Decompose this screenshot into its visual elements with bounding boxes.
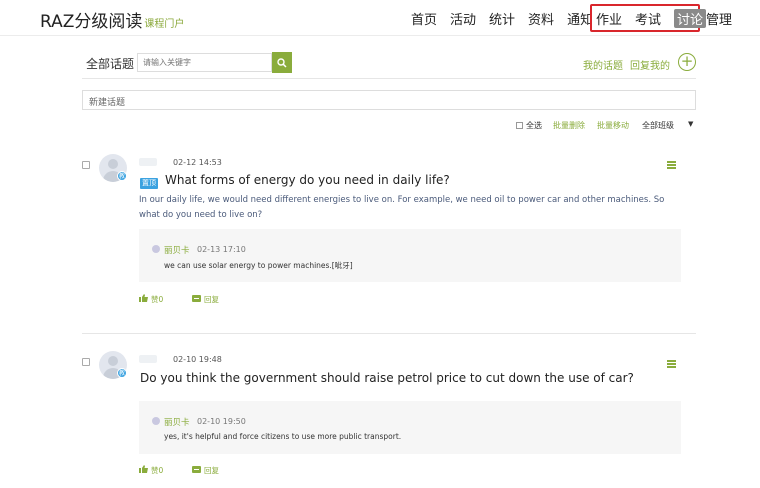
bulk-move-button[interactable]: 批量移动 <box>597 120 629 131</box>
reply-button[interactable]: 回复 <box>204 294 219 305</box>
post-time: 02-10 19:48 <box>173 355 222 364</box>
nav-home[interactable]: 首页 <box>411 9 437 28</box>
reply-button[interactable]: 回复 <box>204 465 219 476</box>
nav-exams[interactable]: 考试 <box>635 9 661 28</box>
plus-icon: + <box>680 52 694 70</box>
all-topics-title[interactable]: 全部话题 <box>86 55 134 72</box>
reply-author[interactable]: 丽贝卡 <box>164 244 190 256</box>
search-icon <box>277 57 287 68</box>
post-checkbox[interactable] <box>82 358 90 366</box>
reply-author[interactable]: 丽贝卡 <box>164 416 190 428</box>
post-checkbox[interactable] <box>82 161 90 169</box>
nav-activities[interactable]: 活动 <box>450 9 476 28</box>
reply-box <box>139 229 681 282</box>
new-topic-input[interactable]: 新建话题 <box>82 90 696 110</box>
reply-icon[interactable] <box>192 466 201 473</box>
menu-icon[interactable] <box>667 360 676 368</box>
nav-discussion[interactable]: 讨论 <box>674 9 707 28</box>
search-input[interactable] <box>137 53 272 72</box>
brand-subtitle[interactable]: 课程门户 <box>144 19 184 30</box>
select-all-checkbox[interactable] <box>516 122 523 129</box>
caret-down-icon[interactable]: ▼ <box>688 120 693 128</box>
reply-avatar <box>152 417 160 425</box>
author-name-blurred <box>139 158 157 166</box>
post-body: In our daily life, we would need differe… <box>139 195 665 220</box>
reply-avatar <box>152 245 160 253</box>
reply-time: 02-10 19:50 <box>197 417 246 426</box>
teacher-badge: 教 <box>117 368 127 378</box>
divider <box>82 78 696 79</box>
menu-icon[interactable] <box>667 161 676 169</box>
post-title[interactable]: What forms of energy do you need in dail… <box>165 173 450 187</box>
nav-statistics[interactable]: 统计 <box>489 9 515 28</box>
like-count[interactable]: 赞0 <box>151 465 163 476</box>
top-nav-bar: RAZ分级阅读 课程门户 首页 活动 统计 资料 通知 作业 考试 讨论 管理 <box>0 0 760 36</box>
like-count[interactable]: 赞0 <box>151 294 163 305</box>
bulk-delete-button[interactable]: 批量删除 <box>553 120 585 131</box>
main-nav: 首页 活动 统计 资料 通知 <box>411 9 606 28</box>
reply-icon[interactable] <box>192 295 201 302</box>
select-all-label[interactable]: 全选 <box>526 120 542 131</box>
post-title[interactable]: Do you think the government should raise… <box>140 371 634 385</box>
nav-homework[interactable]: 作业 <box>596 9 622 28</box>
reply-text: we can use solar energy to power machine… <box>164 261 353 270</box>
thumbs-up-icon[interactable] <box>139 294 148 302</box>
author-name-blurred <box>139 355 157 363</box>
thumbs-up-icon[interactable] <box>139 465 148 473</box>
teacher-badge: 教 <box>117 171 127 181</box>
pinned-tag: 置顶 <box>140 178 158 189</box>
brand[interactable]: RAZ分级阅读 课程门户 <box>40 7 184 32</box>
search-button[interactable] <box>272 52 292 73</box>
my-topics-link[interactable]: 我的话题 <box>583 57 623 72</box>
post-time: 02-12 14:53 <box>173 158 222 167</box>
reply-text: yes, it's helpful and force citizens to … <box>164 432 402 441</box>
nav-manage[interactable]: 管理 <box>706 9 732 28</box>
reply-box <box>139 401 681 454</box>
class-select[interactable]: 全部班级 <box>642 120 674 131</box>
add-topic-button[interactable]: + <box>678 53 696 71</box>
highlighted-nav: 作业 考试 讨论 <box>596 9 719 28</box>
nav-materials[interactable]: 资料 <box>528 9 554 28</box>
my-replies-link[interactable]: 回复我的 <box>630 57 670 72</box>
reply-time: 02-13 17:10 <box>197 245 246 254</box>
post-divider <box>82 333 696 334</box>
brand-title: RAZ分级阅读 <box>40 12 143 32</box>
